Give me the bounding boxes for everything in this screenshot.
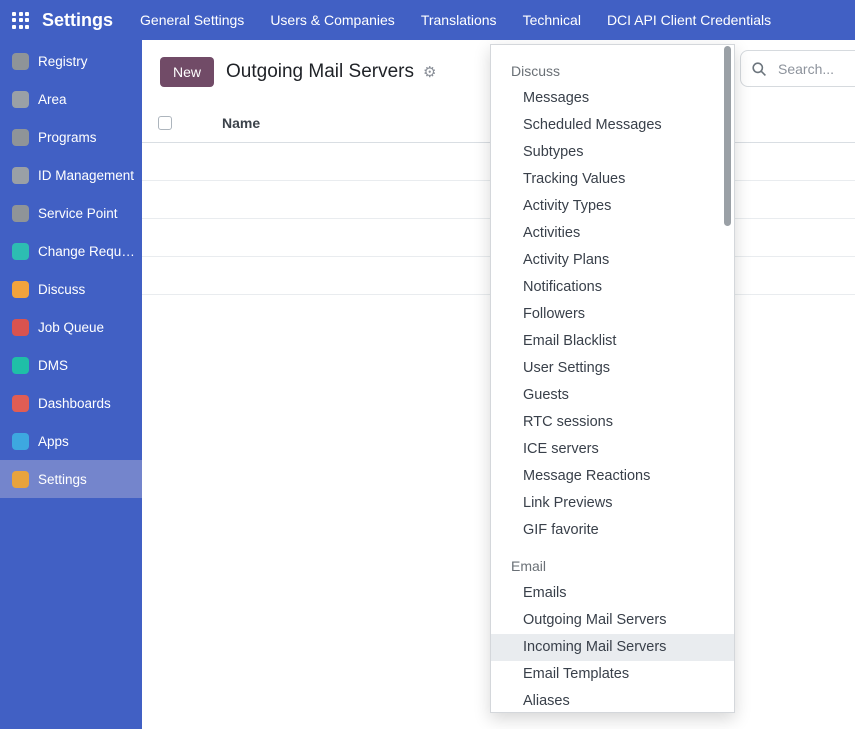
sidebar-item-id-management[interactable]: ID Management: [0, 156, 142, 194]
dropdown-item[interactable]: Guests: [491, 382, 734, 409]
job-queue-app-icon: [12, 318, 29, 336]
dropdown-item[interactable]: User Settings: [491, 355, 734, 382]
dropdown-item[interactable]: Incoming Mail Servers: [491, 634, 734, 661]
sidebar-item-label: Area: [38, 91, 67, 107]
dropdown-item[interactable]: Notifications: [491, 274, 734, 301]
dropdown-item[interactable]: Scheduled Messages: [491, 112, 734, 139]
dropdown-item[interactable]: ICE servers: [491, 436, 734, 463]
topbar: Settings General Settings Users & Compani…: [0, 0, 855, 40]
sidebar-item-service-point[interactable]: Service Point: [0, 194, 142, 232]
dropdown-item[interactable]: Subtypes: [491, 139, 734, 166]
sidebar-item-apps[interactable]: Apps: [0, 422, 142, 460]
sidebar-item-dms[interactable]: DMS: [0, 346, 142, 384]
topbar-menu-item[interactable]: Technical: [510, 0, 594, 40]
topbar-menu-item[interactable]: Users & Companies: [257, 0, 408, 40]
sidebar-item-label: ID Management: [38, 167, 135, 183]
sidebar-item-programs[interactable]: Programs: [0, 118, 142, 156]
sidebar-item-label: Settings: [38, 471, 87, 487]
sidebar-item-label: Service Point: [38, 205, 118, 221]
sidebar-item-discuss[interactable]: Discuss: [0, 270, 142, 308]
gear-icon[interactable]: ⚙: [423, 65, 436, 80]
sidebar-item-dashboards[interactable]: Dashboards: [0, 384, 142, 422]
search-icon: [752, 61, 766, 76]
topbar-menu-item[interactable]: General Settings: [127, 0, 257, 40]
sidebar-item-job-queue[interactable]: Job Queue: [0, 308, 142, 346]
sidebar-item-area[interactable]: Area: [0, 80, 142, 118]
dropdown-item[interactable]: Email Blacklist: [491, 328, 734, 355]
dropdown-item[interactable]: Message Reactions: [491, 463, 734, 490]
sidebar-item-label: Change Requ…: [38, 243, 135, 259]
sidebar-item-settings[interactable]: Settings: [0, 460, 142, 498]
dropdown-section: Discuss Messages Scheduled Messages Subtype…: [491, 55, 734, 544]
dropdown-item[interactable]: Activity Plans: [491, 247, 734, 274]
topbar-menu-item[interactable]: DCI API Client Credentials: [594, 0, 784, 40]
programs-app-icon: [12, 128, 29, 146]
dropdown-item[interactable]: Tracking Values: [491, 166, 734, 193]
dropdown-scrollbar-thumb[interactable]: [724, 46, 731, 226]
dropdown-item[interactable]: Link Previews: [491, 490, 734, 517]
dropdown-item[interactable]: Outgoing Mail Servers: [491, 607, 734, 634]
dropdown-item[interactable]: Aliases: [491, 688, 734, 712]
search-input[interactable]: [776, 59, 855, 78]
service-point-app-icon: [12, 204, 29, 222]
column-header-name[interactable]: Name: [206, 115, 260, 131]
sidebar-item-change-requests[interactable]: Change Requ…: [0, 232, 142, 270]
topbar-menu-item[interactable]: Translations: [408, 0, 510, 40]
sidebar-item-label: Registry: [38, 53, 88, 69]
dropdown-item[interactable]: GIF favorite: [491, 517, 734, 544]
id-management-app-icon: [12, 166, 29, 184]
change-requests-app-icon: [12, 242, 29, 260]
area-app-icon: [12, 90, 29, 108]
discuss-app-icon: [12, 280, 29, 298]
sidebar-item-label: DMS: [38, 357, 68, 373]
sidebar-item-label: Programs: [38, 129, 97, 145]
registry-app-icon: [12, 52, 29, 70]
technical-dropdown-menu: Discuss Messages Scheduled Messages Subtype…: [490, 44, 735, 713]
dropdown-section-header: Email: [511, 558, 547, 574]
dashboards-app-icon: [12, 394, 29, 412]
app-title[interactable]: Settings: [42, 10, 113, 31]
dropdown-item[interactable]: Followers: [491, 301, 734, 328]
settings-app-icon: [12, 470, 29, 488]
sidebar-item-label: Job Queue: [38, 319, 105, 335]
dropdown-item[interactable]: Activity Types: [491, 193, 734, 220]
sidebar-item-registry[interactable]: Registry: [0, 42, 142, 80]
dropdown-section: Email Emails Outgoing Mail Servers Incoming…: [491, 550, 734, 712]
select-all-checkbox[interactable]: [158, 116, 172, 130]
search-box: [740, 50, 855, 87]
sidebar: Registry Area Programs ID Management Service…: [0, 40, 142, 729]
apps-app-icon: [12, 432, 29, 450]
topbar-menu: General Settings Users & Companies Transla…: [127, 0, 784, 40]
dropdown-item[interactable]: Emails: [491, 580, 734, 607]
dropdown-item[interactable]: RTC sessions: [491, 409, 734, 436]
page-title: Outgoing Mail Servers: [226, 61, 414, 82]
dropdown-item[interactable]: Email Templates: [491, 661, 734, 688]
sidebar-item-label: Dashboards: [38, 395, 111, 411]
dropdown-section-header: Discuss: [511, 63, 561, 79]
dms-app-icon: [12, 356, 29, 374]
dropdown-item[interactable]: Messages: [491, 85, 734, 112]
apps-grid-icon[interactable]: [12, 11, 29, 29]
sidebar-item-label: Discuss: [38, 281, 86, 297]
dropdown-sections: Discuss Messages Scheduled Messages Subtype…: [491, 55, 734, 712]
dropdown-item[interactable]: Activities: [491, 220, 734, 247]
new-button[interactable]: New: [160, 57, 215, 87]
sidebar-item-label: Apps: [38, 433, 69, 449]
